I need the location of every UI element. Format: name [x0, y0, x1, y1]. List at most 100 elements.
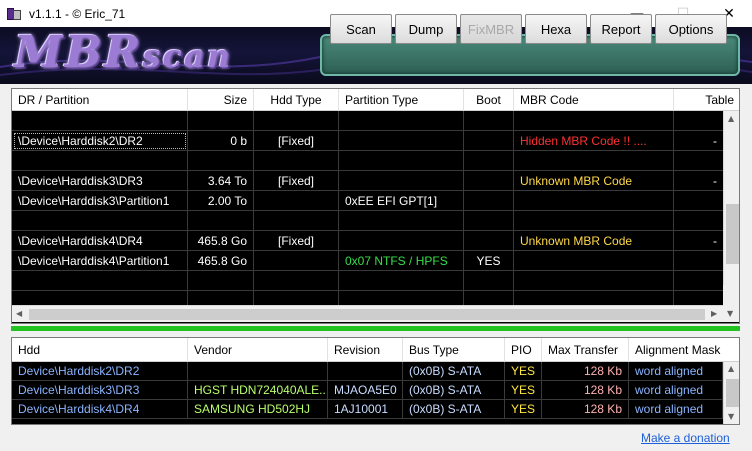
table-flag: -: [674, 131, 724, 151]
col-header-mbr-code[interactable]: MBR Code: [514, 89, 674, 111]
partition-size: 465.8 Go: [188, 251, 254, 271]
disk-max-transfer: 128 Kb: [542, 400, 629, 419]
table-row[interactable]: [12, 111, 739, 131]
disk-vertical-scrollbar[interactable]: ▲ ▼: [723, 362, 739, 424]
table-row[interactable]: [12, 211, 739, 231]
partition-horizontal-scrollbar[interactable]: ◀ ▶: [12, 305, 723, 322]
table-row[interactable]: \Device\Harddisk2\DR2 0 b [Fixed] Hidden MB…: [12, 131, 739, 151]
status-bar: [0, 427, 752, 451]
disk-info-table[interactable]: Hdd Vendor Revision Bus Type PIO Max Tra…: [11, 337, 740, 425]
table-row[interactable]: \Device\Harddisk4\Partition1 465.8 Go 0x07…: [12, 251, 739, 271]
partition-vertical-scrollbar[interactable]: ▲: [723, 111, 739, 285]
boot-flag: [464, 271, 514, 291]
col-header-hdd-type[interactable]: Hdd Type: [254, 89, 339, 111]
partition-type: [339, 131, 464, 151]
table-flag: [674, 111, 724, 131]
disk-max-transfer: 128 Kb: [542, 362, 629, 381]
table-flag: [674, 251, 724, 271]
mbr-code: [514, 151, 674, 171]
partition-name: [12, 271, 188, 291]
col-header-partition[interactable]: DR / Partition: [12, 89, 188, 111]
disk-vertical-scroll-thumb[interactable]: [726, 379, 739, 407]
col-header-boot[interactable]: Boot: [464, 89, 514, 111]
partition-size: [188, 211, 254, 231]
toolbar: Scan Dump FixMBR Hexa Report Options: [330, 14, 727, 44]
disk-revision: [328, 362, 403, 381]
scroll-down-icon[interactable]: ▼: [728, 412, 734, 421]
table-row[interactable]: \Device\Harddisk3\DR3 3.64 To [Fixed] Unkno…: [12, 171, 739, 191]
table-row[interactable]: Device\Harddisk2\DR2 (0x0B) S-ATA YES 128 K…: [12, 362, 739, 381]
logo-sub-text: scan: [142, 37, 232, 75]
disk-bus-type: (0x0B) S-ATA: [403, 381, 505, 400]
col-header-partition-type[interactable]: Partition Type: [339, 89, 464, 111]
table-row[interactable]: \Device\Harddisk4\DR4 465.8 Go [Fixed] Unkn…: [12, 231, 739, 251]
scroll-down-icon[interactable]: ▼: [727, 309, 733, 318]
disk-alignment: word aligned: [629, 381, 723, 400]
table-row[interactable]: [12, 151, 739, 171]
disk-vendor: SAMSUNG HD502HJ: [188, 400, 328, 419]
partition-name: \Device\Harddisk4\DR4: [12, 231, 188, 251]
scroll-up-icon[interactable]: ▲: [728, 114, 734, 123]
col-header-vendor[interactable]: Vendor: [188, 338, 328, 362]
app-icon: [6, 6, 22, 22]
partition-name: \Device\Harddisk3\Partition1: [12, 191, 188, 211]
hdd-type: [254, 251, 339, 271]
disk-alignment: word aligned: [629, 362, 723, 381]
col-header-revision[interactable]: Revision: [328, 338, 403, 362]
col-header-hdd[interactable]: Hdd: [12, 338, 188, 362]
scroll-left-icon[interactable]: ◀: [16, 309, 22, 318]
hdd-type: [Fixed]: [254, 131, 339, 151]
partition-size: [188, 111, 254, 131]
scroll-right-icon[interactable]: ▶: [711, 309, 717, 318]
disk-vendor: [188, 362, 328, 381]
hdd-type: [254, 111, 339, 131]
boot-flag: [464, 111, 514, 131]
options-button[interactable]: Options: [655, 14, 727, 44]
table-row[interactable]: Device\Harddisk4\DR4 SAMSUNG HD502HJ 1AJ10…: [12, 400, 739, 419]
col-header-table[interactable]: Table: [674, 89, 739, 111]
col-header-bus-type[interactable]: Bus Type: [403, 338, 505, 362]
fixmbr-button[interactable]: FixMBR: [460, 14, 522, 44]
scroll-up-icon[interactable]: ▲: [728, 364, 734, 373]
window-title: v1.1.1 - © Eric_71: [29, 6, 126, 21]
boot-flag: [464, 231, 514, 251]
table-row[interactable]: [12, 271, 739, 291]
col-header-pio[interactable]: PIO: [505, 338, 542, 362]
disk-pio: YES: [505, 381, 542, 400]
col-header-alignment-mask[interactable]: Alignment Mask: [629, 338, 739, 362]
table-row[interactable]: Device\Harddisk3\DR3 HGST HDN724040ALE...…: [12, 381, 739, 400]
boot-flag: [464, 131, 514, 151]
partition-table-header: DR / Partition Size Hdd Type Partition T…: [12, 89, 739, 111]
scan-button[interactable]: Scan: [330, 14, 392, 44]
table-flag: [674, 271, 724, 291]
partition-size: 465.8 Go: [188, 231, 254, 251]
disk-name: Device\Harddisk4\DR4: [12, 400, 188, 419]
partition-size: 2.00 To: [188, 191, 254, 211]
disk-pio: YES: [505, 362, 542, 381]
hdd-type: [254, 271, 339, 291]
partition-type: [339, 231, 464, 251]
disk-pio: YES: [505, 400, 542, 419]
logo-main-text: MBR: [14, 27, 143, 78]
disk-revision: 1AJ10001: [328, 400, 403, 419]
mbr-code: [514, 271, 674, 291]
hexa-button[interactable]: Hexa: [525, 14, 587, 44]
hdd-type: [Fixed]: [254, 171, 339, 191]
partition-size: 3.64 To: [188, 171, 254, 191]
panel-divider[interactable]: [11, 326, 740, 331]
disk-name: Device\Harddisk3\DR3: [12, 381, 188, 400]
dump-button[interactable]: Dump: [395, 14, 457, 44]
col-header-size[interactable]: Size: [188, 89, 254, 111]
disk-table-header: Hdd Vendor Revision Bus Type PIO Max Tra…: [12, 338, 739, 362]
partition-horizontal-scroll-thumb[interactable]: [29, 309, 705, 320]
table-flag: -: [674, 171, 724, 191]
partition-table[interactable]: DR / Partition Size Hdd Type Partition T…: [11, 88, 740, 324]
partition-name: \Device\Harddisk2\DR2: [12, 131, 188, 151]
donation-link[interactable]: Make a donation: [641, 431, 730, 445]
report-button[interactable]: Report: [590, 14, 652, 44]
partition-name: [12, 211, 188, 231]
table-row[interactable]: \Device\Harddisk3\Partition1 2.00 To 0xEE …: [12, 191, 739, 211]
partition-vertical-scroll-thumb[interactable]: [726, 204, 739, 264]
partition-name: \Device\Harddisk3\DR3: [12, 171, 188, 191]
col-header-max-transfer[interactable]: Max Transfer: [542, 338, 629, 362]
